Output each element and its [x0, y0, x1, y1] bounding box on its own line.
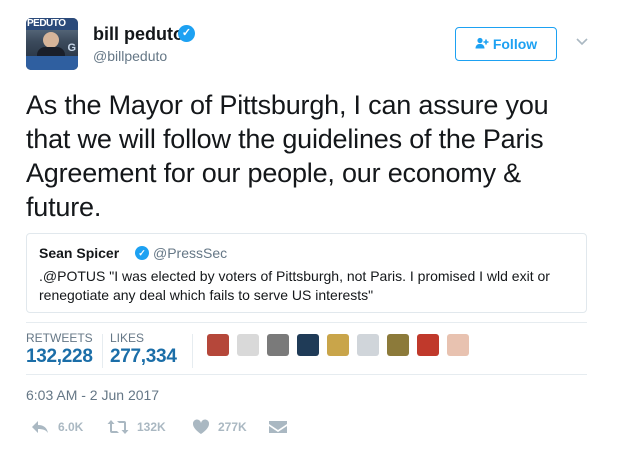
liker-avatar[interactable] — [357, 334, 379, 356]
envelope-icon — [268, 419, 288, 435]
likes-label[interactable]: LIKES — [110, 331, 144, 345]
liker-avatar[interactable] — [327, 334, 349, 356]
quoted-author-handle: @PressSec — [153, 245, 228, 261]
liker-avatar[interactable] — [447, 334, 469, 356]
reply-button[interactable]: 6.0K — [30, 418, 83, 436]
retweet-button[interactable]: 132K — [107, 418, 166, 436]
heart-icon — [192, 419, 210, 435]
author-handle[interactable]: @billpeduto — [93, 48, 167, 64]
retweet-icon — [107, 419, 129, 435]
avatar-person-head — [43, 32, 59, 48]
divider — [26, 374, 587, 375]
retweets-count[interactable]: 132,228 — [26, 346, 93, 368]
liker-avatar[interactable] — [267, 334, 289, 356]
like-count: 277K — [218, 420, 247, 434]
verified-icon: ✓ — [178, 25, 195, 42]
stat-separator — [192, 334, 193, 368]
direct-message-button[interactable] — [268, 418, 288, 436]
avatar-banner: PEDUTO — [26, 18, 78, 30]
add-user-icon — [475, 37, 489, 52]
avatar-banner-text: PEDUTO — [27, 18, 66, 29]
reply-count: 6.0K — [58, 420, 84, 434]
author-name[interactable]: bill peduto — [93, 24, 184, 45]
tweet-text: As the Mayor of Pittsburgh, I can assure… — [26, 90, 549, 222]
follow-button-label: Follow — [492, 36, 538, 52]
liker-avatar[interactable] — [207, 334, 229, 356]
author-avatar[interactable]: PEDUTO G — [26, 18, 78, 70]
retweet-count: 132K — [137, 420, 166, 434]
like-button[interactable]: 277K — [192, 418, 247, 436]
quoted-verified-icon: ✓ — [135, 246, 149, 260]
liker-avatar[interactable] — [417, 334, 439, 356]
divider — [26, 322, 587, 323]
likes-count[interactable]: 277,334 — [110, 346, 177, 368]
retweets-label[interactable]: RETWEETS — [26, 331, 93, 345]
avatar-podium — [26, 56, 78, 70]
quoted-tweet[interactable]: Sean Spicer ✓ @PressSec .@POTUS "I was e… — [26, 233, 587, 313]
quoted-author-name: Sean Spicer — [39, 245, 120, 261]
follow-button[interactable]: Follow — [455, 27, 557, 61]
liker-avatar[interactable] — [297, 334, 319, 356]
reply-icon — [30, 419, 50, 435]
liker-avatar[interactable] — [387, 334, 409, 356]
chevron-down-icon[interactable] — [575, 34, 589, 48]
avatar-sign-letter: G — [67, 42, 76, 54]
quoted-tweet-text: .@POTUS "I was elected by voters of Pitt… — [39, 268, 550, 303]
liker-avatar[interactable] — [237, 334, 259, 356]
tweet-timestamp[interactable]: 6:03 AM - 2 Jun 2017 — [26, 387, 159, 403]
stat-separator — [102, 334, 103, 368]
